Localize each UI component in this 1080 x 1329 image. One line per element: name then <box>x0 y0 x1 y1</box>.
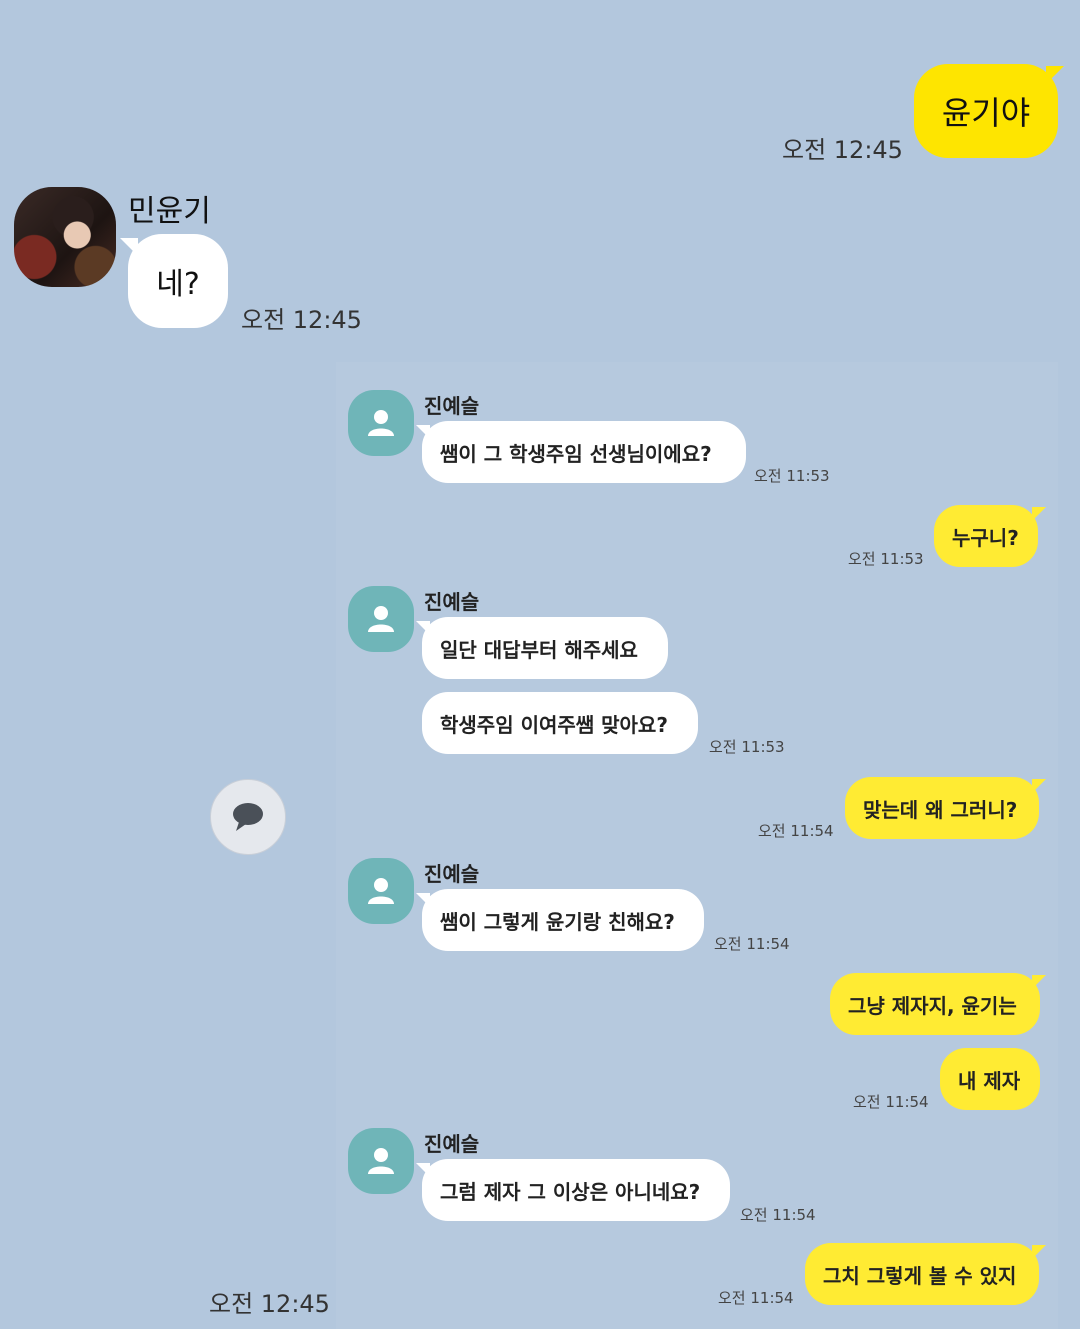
profile-avatar[interactable] <box>14 187 116 287</box>
profile-avatar[interactable] <box>348 390 414 456</box>
speech-bubble-icon <box>233 803 263 831</box>
profile-avatar[interactable] <box>348 586 414 652</box>
message-text: 누구니? <box>952 525 1019 550</box>
sender-name: 진예슬 <box>424 394 480 418</box>
default-profile-icon <box>368 1148 394 1174</box>
message-text: 일단 대답부터 해주세요 <box>440 637 638 662</box>
their-message-bubble[interactable]: 일단 대답부터 해주세요 <box>422 617 668 679</box>
bubble-tail <box>1032 779 1046 793</box>
bubble-tail <box>1032 507 1046 521</box>
message-time: 오전 12:45 <box>209 1290 330 1318</box>
message-text: 그럼 제자 그 이상은 아니네요? <box>440 1179 701 1204</box>
message-text: 학생주임 이여주쌤 맞아요? <box>440 712 668 737</box>
profile-avatar[interactable] <box>348 858 414 924</box>
sender-name: 진예슬 <box>424 590 480 614</box>
sender-name: 민윤기 <box>128 194 211 229</box>
their-message-bubble[interactable]: 네? <box>128 234 228 328</box>
message-time: 오전 11:54 <box>714 935 790 953</box>
message-text: 맞는데 왜 그러니? <box>863 797 1018 822</box>
my-message-bubble[interactable]: 그치 그렇게 볼 수 있지 <box>805 1243 1039 1305</box>
message-text: 쌤이 그 학생주임 선생님이에요? <box>440 441 712 466</box>
their-message-bubble[interactable]: 학생주임 이여주쌤 맞아요? <box>422 692 698 754</box>
message-time: 오전 12:45 <box>241 306 362 334</box>
message-text: 그치 그렇게 볼 수 있지 <box>823 1263 1017 1288</box>
my-message-bubble[interactable]: 그냥 제자지, 윤기는 <box>830 973 1040 1035</box>
profile-avatar[interactable] <box>348 1128 414 1194</box>
default-profile-icon <box>368 878 394 904</box>
default-profile-icon <box>368 410 394 436</box>
my-message-bubble[interactable]: 누구니? <box>934 505 1038 567</box>
bubble-tail <box>1032 1245 1046 1259</box>
message-time: 오전 11:54 <box>740 1206 816 1224</box>
message-time: 오전 11:54 <box>718 1289 794 1307</box>
their-message-bubble[interactable]: 쌤이 그렇게 윤기랑 친해요? <box>422 889 704 951</box>
my-message-bubble[interactable]: 윤기야 <box>914 64 1058 158</box>
message-time: 오전 11:54 <box>758 822 834 840</box>
message-text: 그냥 제자지, 윤기는 <box>848 993 1017 1018</box>
message-text: 윤기야 <box>941 94 1031 132</box>
message-text: 쌤이 그렇게 윤기랑 친해요? <box>440 909 675 934</box>
message-time: 오전 11:53 <box>754 467 830 485</box>
my-message-bubble[interactable]: 내 제자 <box>940 1048 1040 1110</box>
bubble-tail <box>120 238 138 256</box>
their-message-bubble[interactable]: 쌤이 그 학생주임 선생님이에요? <box>422 421 746 483</box>
default-profile-icon <box>368 606 394 632</box>
their-message-bubble[interactable]: 그럼 제자 그 이상은 아니네요? <box>422 1159 730 1221</box>
my-message-bubble[interactable]: 맞는데 왜 그러니? <box>845 777 1039 839</box>
comment-button[interactable] <box>210 779 286 855</box>
message-time: 오전 12:45 <box>782 136 903 164</box>
sender-name: 진예슬 <box>424 862 480 886</box>
sender-name: 진예슬 <box>424 1132 480 1156</box>
message-text: 네? <box>156 267 200 302</box>
message-time: 오전 11:53 <box>709 738 785 756</box>
bubble-tail <box>1032 975 1046 989</box>
message-time: 오전 11:53 <box>848 550 924 568</box>
message-time: 오전 11:54 <box>853 1093 929 1111</box>
message-text: 내 제자 <box>958 1068 1021 1093</box>
bubble-tail <box>1046 66 1064 84</box>
